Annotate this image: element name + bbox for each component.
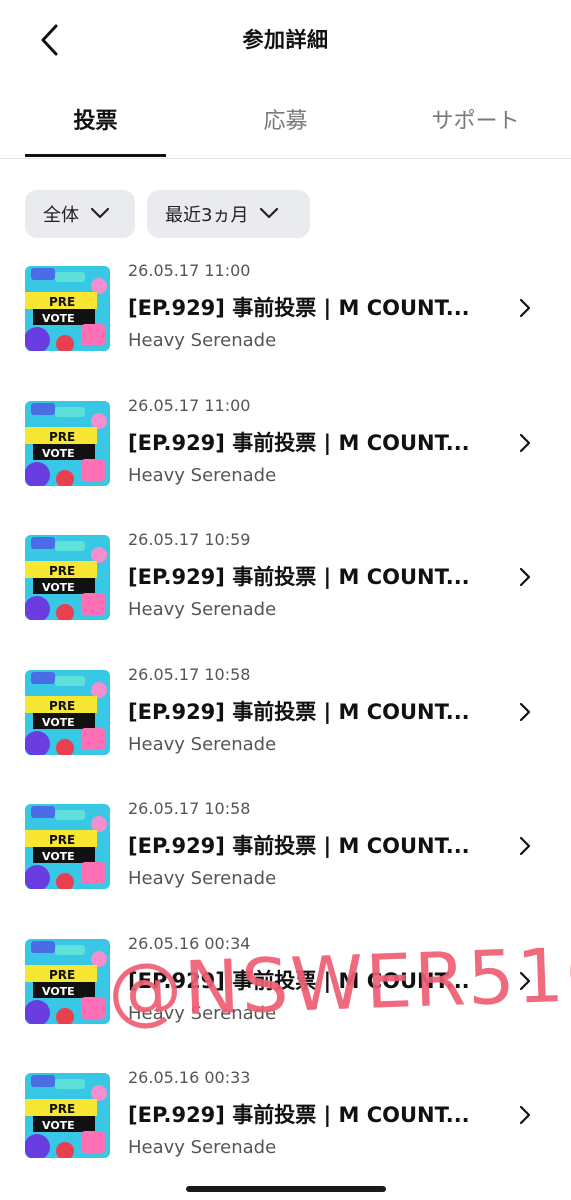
chevron-right-icon xyxy=(516,565,534,593)
list-item[interactable]: PRE VOTE 26.05.17 10:58 [EP.929] 事前投票 | M C… xyxy=(0,665,571,780)
vote-timestamp: 26.05.17 10:58 xyxy=(128,799,251,818)
list-item[interactable]: PRE VOTE 26.05.17 11:00 [EP.929] 事前投票 | M C… xyxy=(0,396,571,511)
svg-text:PRE: PRE xyxy=(49,430,75,444)
tab-support[interactable]: サポート xyxy=(405,103,546,135)
chevron-down-icon xyxy=(258,204,280,225)
svg-text:VOTE: VOTE xyxy=(42,985,75,998)
vote-artist: Heavy Serenade xyxy=(128,599,277,620)
pre-vote-thumbnail: PRE VOTE xyxy=(25,670,110,755)
vote-timestamp: 26.05.17 10:59 xyxy=(128,530,251,549)
chevron-down-icon xyxy=(89,204,111,225)
home-indicator xyxy=(186,1186,386,1192)
vote-timestamp: 26.05.17 10:58 xyxy=(128,665,251,684)
tab-bar: 投票 応募 サポート xyxy=(0,95,571,159)
vote-timestamp: 26.05.16 00:34 xyxy=(128,934,251,953)
list-item[interactable]: PRE VOTE 26.05.16 00:33 [EP.929] 事前投票 | M C… xyxy=(0,1068,571,1183)
svg-text:VOTE: VOTE xyxy=(42,850,75,863)
svg-text:PRE: PRE xyxy=(49,699,75,713)
chevron-right-icon xyxy=(516,700,534,728)
list-item[interactable]: PRE VOTE 26.05.17 10:59 [EP.929] 事前投票 | M C… xyxy=(0,530,571,645)
chevron-right-icon xyxy=(516,834,534,862)
svg-text:PRE: PRE xyxy=(49,968,75,982)
period-filter-label: 最近3ヵ月 xyxy=(165,205,249,226)
svg-text:PRE: PRE xyxy=(49,833,75,847)
list-item[interactable]: PRE VOTE 26.05.17 10:58 [EP.929] 事前投票 | M C… xyxy=(0,799,571,914)
pre-vote-thumbnail: PRE VOTE xyxy=(25,1073,110,1158)
vote-title: [EP.929] 事前投票 | M COUNT... xyxy=(128,431,470,455)
vote-artist: Heavy Serenade xyxy=(128,868,277,889)
vote-artist: Heavy Serenade xyxy=(128,1137,277,1158)
svg-text:PRE: PRE xyxy=(49,564,75,578)
tab-apply[interactable]: 応募 xyxy=(215,103,356,135)
vote-title: [EP.929] 事前投票 | M COUNT... xyxy=(128,969,470,993)
svg-text:PRE: PRE xyxy=(49,295,75,309)
period-filter-dropdown[interactable]: 最近3ヵ月 xyxy=(147,190,310,238)
tab-vote[interactable]: 投票 xyxy=(25,103,166,135)
active-tab-indicator xyxy=(25,154,166,157)
vote-title: [EP.929] 事前投票 | M COUNT... xyxy=(128,565,470,589)
pre-vote-thumbnail: PRE VOTE xyxy=(25,804,110,889)
vote-title: [EP.929] 事前投票 | M COUNT... xyxy=(128,834,470,858)
svg-text:VOTE: VOTE xyxy=(42,1119,75,1132)
vote-artist: Heavy Serenade xyxy=(128,330,277,351)
chevron-right-icon xyxy=(516,1103,534,1131)
vote-timestamp: 26.05.17 11:00 xyxy=(128,396,251,415)
pre-vote-thumbnail: PRE VOTE xyxy=(25,401,110,486)
svg-text:VOTE: VOTE xyxy=(42,312,75,325)
pre-vote-thumbnail: PRE VOTE xyxy=(25,266,110,351)
vote-timestamp: 26.05.16 00:33 xyxy=(128,1068,251,1087)
vote-artist: Heavy Serenade xyxy=(128,734,277,755)
page-title: 参加詳細 xyxy=(242,28,329,52)
svg-text:VOTE: VOTE xyxy=(42,581,75,594)
vote-artist: Heavy Serenade xyxy=(128,1003,277,1024)
pre-vote-thumbnail: PRE VOTE xyxy=(25,939,110,1024)
chevron-right-icon xyxy=(516,431,534,459)
vote-title: [EP.929] 事前投票 | M COUNT... xyxy=(128,296,470,320)
list-item[interactable]: PRE VOTE 26.05.16 00:34 [EP.929] 事前投票 | M C… xyxy=(0,934,571,1049)
chevron-right-icon xyxy=(516,296,534,324)
chevron-right-icon xyxy=(516,969,534,997)
participation-detail-screen: 参加詳細 投票 応募 サポート 全体 最近3ヵ月 PRE VOTE 26.05.17… xyxy=(0,0,571,1200)
svg-text:VOTE: VOTE xyxy=(42,447,75,460)
header: 参加詳細 xyxy=(0,0,571,80)
pre-vote-thumbnail: PRE VOTE xyxy=(25,535,110,620)
category-filter-label: 全体 xyxy=(43,205,79,226)
svg-text:VOTE: VOTE xyxy=(42,716,75,729)
svg-text:PRE: PRE xyxy=(49,1102,75,1116)
vote-title: [EP.929] 事前投票 | M COUNT... xyxy=(128,1103,470,1127)
vote-artist: Heavy Serenade xyxy=(128,465,277,486)
list-item[interactable]: PRE VOTE 26.05.17 11:00 [EP.929] 事前投票 | M C… xyxy=(0,261,571,376)
vote-title: [EP.929] 事前投票 | M COUNT... xyxy=(128,700,470,724)
vote-timestamp: 26.05.17 11:00 xyxy=(128,261,251,280)
category-filter-dropdown[interactable]: 全体 xyxy=(25,190,135,238)
